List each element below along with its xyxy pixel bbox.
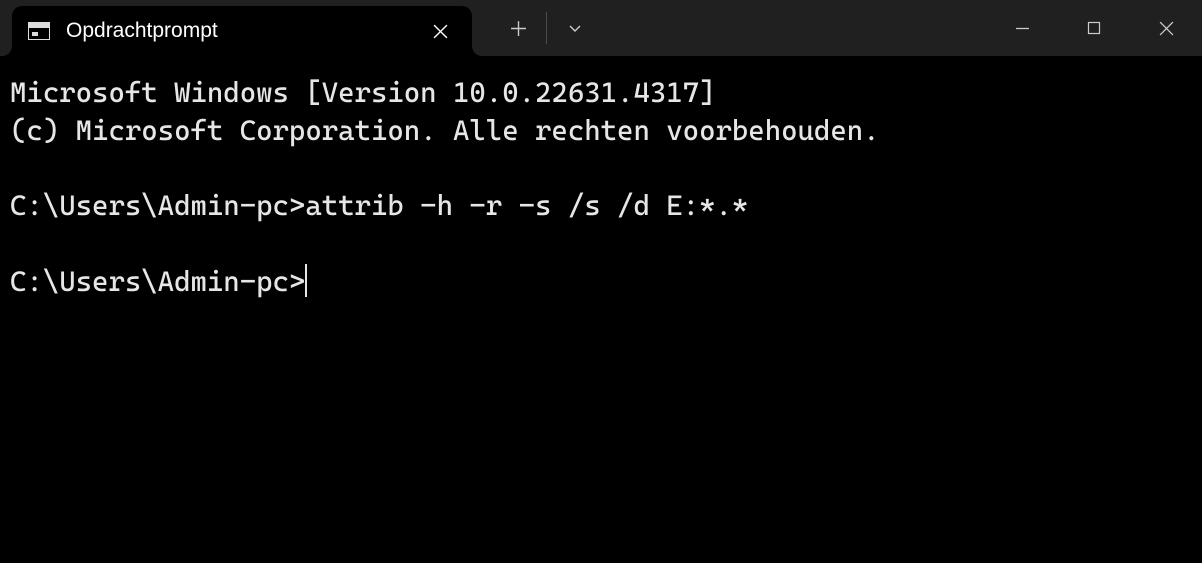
maximize-button[interactable] bbox=[1058, 0, 1130, 56]
close-icon bbox=[1159, 21, 1174, 36]
maximize-icon bbox=[1087, 21, 1101, 35]
plus-icon bbox=[510, 20, 527, 37]
tabstrip-controls bbox=[490, 0, 603, 56]
close-icon bbox=[433, 24, 448, 39]
prompt: C:\Users\Admin-pc> bbox=[10, 265, 305, 298]
window-close-button[interactable] bbox=[1130, 0, 1202, 56]
command-text: attrib -h -r -s /s /d E:*.* bbox=[305, 189, 748, 222]
tab-close-button[interactable] bbox=[426, 17, 454, 45]
tab-active[interactable]: Opdrachtprompt bbox=[12, 6, 472, 56]
titlebar: Opdrachtprompt bbox=[0, 0, 1202, 56]
chevron-down-icon bbox=[567, 20, 583, 36]
terminal-output[interactable]: Microsoft Windows [Version 10.0.22631.43… bbox=[0, 56, 1202, 563]
window-controls bbox=[986, 0, 1202, 56]
version-line: Microsoft Windows [Version 10.0.22631.43… bbox=[10, 76, 715, 109]
text-cursor bbox=[305, 264, 307, 296]
prompt: C:\Users\Admin-pc> bbox=[10, 189, 305, 222]
tab-dropdown-button[interactable] bbox=[547, 0, 603, 56]
new-tab-button[interactable] bbox=[490, 0, 546, 56]
minimize-icon bbox=[1015, 21, 1030, 36]
copyright-line: (c) Microsoft Corporation. Alle rechten … bbox=[10, 114, 880, 147]
tab-title: Opdrachtprompt bbox=[66, 19, 426, 43]
cmd-icon bbox=[28, 22, 50, 40]
minimize-button[interactable] bbox=[986, 0, 1058, 56]
